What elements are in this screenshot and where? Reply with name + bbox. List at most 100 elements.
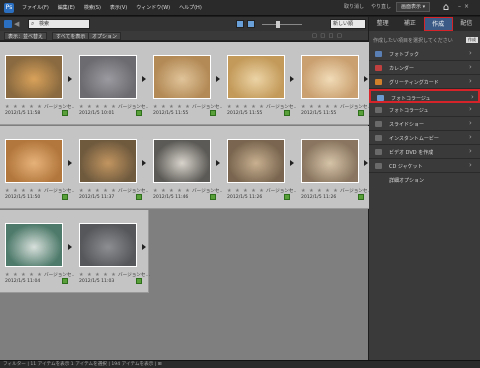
- photo-thumbnail[interactable]: [79, 223, 137, 267]
- item-icon: [375, 149, 382, 155]
- item-icon: [375, 135, 382, 141]
- menu-window[interactable]: ウィンドウ(W): [136, 4, 170, 11]
- photo-thumbnail[interactable]: [5, 223, 63, 267]
- expand-arrow-icon[interactable]: [290, 76, 294, 82]
- menu-edit[interactable]: 編集(E): [58, 4, 75, 11]
- photo-thumbnail[interactable]: [153, 139, 211, 183]
- expand-arrow-icon[interactable]: [142, 160, 146, 166]
- rating-stars[interactable]: ★ ★ ★ ★ ★: [5, 272, 43, 278]
- panel-item[interactable]: スライドショー ›: [369, 117, 480, 131]
- panel-item[interactable]: フォトコラージュ ›: [369, 103, 480, 117]
- tag-icon: [62, 278, 68, 284]
- sort-select[interactable]: 新しい順: [330, 19, 366, 29]
- chevron-right-icon: ›: [469, 119, 472, 127]
- close-icon[interactable]: ×: [464, 3, 469, 10]
- expand-arrow-icon[interactable]: [68, 244, 72, 250]
- photo-date: 2012/1/5 11:58: [5, 111, 41, 116]
- photo-thumbnail[interactable]: [5, 139, 63, 183]
- home-icon[interactable]: ⌂: [440, 2, 452, 13]
- tag-icon: [62, 194, 68, 200]
- rating-stars[interactable]: ★ ★ ★ ★ ★: [79, 272, 117, 278]
- item-icon: [375, 163, 382, 169]
- rating-stars[interactable]: ★ ★ ★ ★ ★: [79, 188, 117, 194]
- menu-view[interactable]: 表示(V): [110, 4, 127, 11]
- photo-thumbnail[interactable]: [227, 139, 285, 183]
- minimize-icon[interactable]: –: [458, 3, 461, 10]
- display-mode-button[interactable]: 画面表示 ▾: [396, 2, 431, 12]
- photo-thumbnail[interactable]: [301, 55, 359, 99]
- more-options-link[interactable]: 詳細オプション: [389, 177, 424, 184]
- photo-cell[interactable]: ★ ★ ★ ★ ★ バージョンセ… 2012/1/5 10:01: [74, 42, 151, 125]
- window-controls: – ×: [458, 3, 469, 10]
- rating-stars[interactable]: ★ ★ ★ ★ ★: [79, 104, 117, 110]
- redo-button[interactable]: やり直し: [371, 3, 391, 10]
- menu-file[interactable]: ファイル(F): [22, 4, 49, 11]
- rating-stars[interactable]: ★ ★ ★ ★ ★: [5, 104, 43, 110]
- slider-knob[interactable]: [276, 21, 280, 28]
- expand-arrow-icon[interactable]: [68, 76, 72, 82]
- thumbnail-size-slider[interactable]: [262, 21, 302, 28]
- expand-arrow-icon[interactable]: [68, 160, 72, 166]
- photo-thumbnail[interactable]: [79, 55, 137, 99]
- panel-item[interactable]: インスタントムービー ›: [369, 131, 480, 145]
- search-input[interactable]: ⌕ 検索: [28, 19, 90, 29]
- expand-arrow-icon[interactable]: [216, 160, 220, 166]
- photo-cell[interactable]: ★ ★ ★ ★ ★ バージョンセ… 2012/1/5 11:55: [148, 42, 224, 125]
- undo-button[interactable]: 取り消し: [344, 3, 364, 10]
- item-icon: [375, 121, 382, 127]
- status-bar: フィルター | 11 アイテムを表示 1 アイテムを選択 | 194 アイテムを…: [0, 360, 480, 368]
- item-label: CD ジャケット: [389, 164, 423, 170]
- show-all-button[interactable]: すべてを表示: [52, 32, 90, 40]
- photo-cell[interactable]: ★ ★ ★ ★ ★ バージョンセ… 2012/1/5 11:26: [296, 126, 372, 209]
- expand-arrow-icon[interactable]: [142, 244, 146, 250]
- options-button[interactable]: オプション: [88, 32, 122, 40]
- photo-cell[interactable]: ★ ★ ★ ★ ★ バージョンセ… 2012/1/5 11:03: [74, 210, 150, 293]
- expand-arrow-icon[interactable]: [142, 76, 146, 82]
- menu-find[interactable]: 検索(S): [84, 4, 101, 11]
- expand-arrow-icon[interactable]: [290, 160, 294, 166]
- expand-arrow-icon[interactable]: [364, 160, 368, 166]
- photo-cell[interactable]: ★ ★ ★ ★ ★ バージョンセ… 2012/1/5 11:55: [296, 42, 372, 125]
- rating-stars[interactable]: ★ ★ ★ ★ ★: [227, 188, 265, 194]
- rating-stars[interactable]: ★ ★ ★ ★ ★: [5, 188, 43, 194]
- photo-cell[interactable]: ★ ★ ★ ★ ★ バージョンセ… 2012/1/5 11:04: [0, 210, 76, 293]
- rating-stars[interactable]: ★ ★ ★ ★ ★: [301, 104, 339, 110]
- expand-arrow-icon[interactable]: [216, 76, 220, 82]
- photo-thumbnail[interactable]: [153, 55, 211, 99]
- forward-button[interactable]: ◀: [14, 20, 22, 28]
- rating-stars[interactable]: ★ ★ ★ ★ ★: [153, 188, 191, 194]
- photo-thumbnail[interactable]: [5, 55, 63, 99]
- item-label: スライドショー: [389, 122, 425, 128]
- detail-view-icon[interactable]: [247, 20, 255, 28]
- tab-organize[interactable]: 整理: [369, 17, 396, 31]
- rating-stars[interactable]: ★ ★ ★ ★ ★: [227, 104, 265, 110]
- panel-item[interactable]: CD ジャケット ›: [369, 159, 480, 173]
- sort-view-button[interactable]: 表示：並べ替え: [4, 32, 48, 40]
- tab-share[interactable]: 配信: [453, 17, 480, 31]
- photo-cell[interactable]: ★ ★ ★ ★ ★ バージョンセ… 2012/1/5 11:58: [0, 42, 76, 125]
- photo-cell[interactable]: ★ ★ ★ ★ ★ バージョンセ… 2012/1/5 11:46: [148, 126, 224, 209]
- photo-thumbnail[interactable]: [79, 139, 137, 183]
- photo-cell[interactable]: ★ ★ ★ ★ ★ バージョンセ… 2012/1/5 11:55: [222, 42, 298, 125]
- filter-icons[interactable]: □ □ □ □: [312, 33, 343, 39]
- rating-stars[interactable]: ★ ★ ★ ★ ★: [153, 104, 191, 110]
- panel-item[interactable]: フォトブック ›: [369, 47, 480, 61]
- version-label: バージョンセ…: [118, 189, 151, 194]
- grid-view-icon[interactable]: [236, 20, 244, 28]
- panel-item[interactable]: グリーティングカード ›: [369, 75, 480, 89]
- version-label: バージョンセ…: [118, 105, 151, 110]
- photo-thumbnail[interactable]: [227, 55, 285, 99]
- photo-cell[interactable]: ★ ★ ★ ★ ★ バージョンセ… 2012/1/5 11:37: [74, 126, 151, 209]
- tab-fix[interactable]: 補正: [396, 17, 423, 31]
- rating-stars[interactable]: ★ ★ ★ ★ ★: [301, 188, 339, 194]
- panel-item[interactable]: ビデオ DVD を作成 ›: [369, 145, 480, 159]
- back-button[interactable]: [4, 20, 12, 28]
- photo-cell[interactable]: ★ ★ ★ ★ ★ バージョンセ… 2012/1/5 11:26: [222, 126, 298, 209]
- photo-thumbnail[interactable]: [301, 139, 359, 183]
- panel-item[interactable]: フォトコラージュ ›: [369, 89, 480, 103]
- panel-item[interactable]: カレンダー ›: [369, 61, 480, 75]
- photo-cell[interactable]: ★ ★ ★ ★ ★ バージョンセ… 2012/1/5 11:50: [0, 126, 76, 209]
- tab-create[interactable]: 作成: [423, 17, 453, 31]
- menu-help[interactable]: ヘルプ(H): [179, 4, 202, 11]
- expand-arrow-icon[interactable]: [364, 76, 368, 82]
